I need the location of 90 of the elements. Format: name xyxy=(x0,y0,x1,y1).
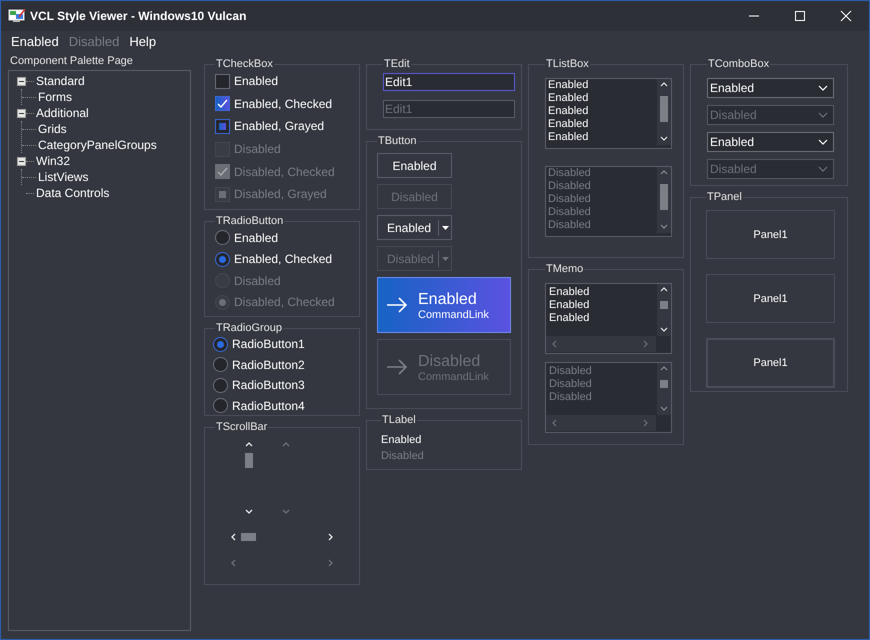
radio-label: RadioButton2 xyxy=(232,358,305,372)
command-link-note: CommandLink xyxy=(418,370,489,382)
group-title: TScrollBar xyxy=(215,421,268,433)
panel: Panel1 xyxy=(706,274,835,323)
tree-item[interactable]: Forms xyxy=(38,90,72,104)
panel: Panel1 xyxy=(706,338,835,388)
group-title: TComboBox xyxy=(707,58,770,70)
checkbox-label: Disabled, Grayed xyxy=(234,187,327,202)
group-title: TEdit xyxy=(383,58,411,70)
checkbox[interactable] xyxy=(215,96,230,112)
combo-box[interactable]: Enabled xyxy=(707,78,834,98)
horizontal-scrollbar[interactable] xyxy=(230,531,334,543)
radio-button[interactable] xyxy=(213,398,228,414)
tree-item[interactable]: Standard xyxy=(36,74,85,88)
radio-button[interactable] xyxy=(215,230,230,246)
tree-item[interactable]: Additional xyxy=(36,106,89,120)
group-title: TCheckBox xyxy=(215,58,274,70)
checkbox[interactable] xyxy=(215,118,230,134)
label-text: Disabled xyxy=(381,449,425,464)
tree-item[interactable]: ListViews xyxy=(38,170,88,184)
window-title: VCL Style Viewer - Windows10 Vulcan xyxy=(30,9,248,23)
group-title: TPanel xyxy=(706,191,743,203)
group-title: TLabel xyxy=(381,414,417,426)
radio-button[interactable] xyxy=(213,357,228,372)
radio-button[interactable] xyxy=(213,336,228,352)
arrow-icon xyxy=(386,358,408,376)
memo-line: Enabled xyxy=(549,312,590,325)
monitor-icon xyxy=(8,9,26,23)
list-item[interactable]: Enabled xyxy=(548,131,657,144)
chevron-down-icon xyxy=(818,85,828,91)
group-title: TButton xyxy=(377,135,418,147)
radio-label: Enabled xyxy=(234,230,278,245)
chevron-down-icon xyxy=(818,139,828,145)
command-link-note: CommandLink xyxy=(418,308,489,320)
memo-line: Enabled xyxy=(549,286,590,299)
tree-item[interactable]: Win32 xyxy=(36,154,70,168)
group-title: TRadioGroup xyxy=(215,322,284,334)
checkbox-label: Enabled xyxy=(234,74,278,88)
list-box[interactable]: Enabled Enabled Enabled Enabled Enabled xyxy=(545,78,672,149)
tree-item[interactable]: CategoryPanelGroups xyxy=(38,138,157,152)
combo-box[interactable]: Enabled xyxy=(707,132,834,152)
memo-line: Enabled xyxy=(549,299,590,312)
command-link-button[interactable]: Enabled CommandLink xyxy=(377,277,511,333)
checkbox[interactable] xyxy=(215,74,230,89)
radio-label: Disabled, Checked xyxy=(234,295,335,310)
radio-label: RadioButton1 xyxy=(232,337,305,352)
label-text: Enabled xyxy=(381,433,422,448)
chevron-down-icon xyxy=(818,112,828,118)
list-item[interactable]: Enabled xyxy=(548,105,657,118)
tree-item[interactable]: Grids xyxy=(38,122,67,136)
caret-icon xyxy=(440,224,451,232)
memo-line: Disabled xyxy=(549,378,593,391)
collapse-icon[interactable] xyxy=(17,76,26,86)
list-item[interactable]: Enabled xyxy=(548,92,657,105)
collapse-icon[interactable] xyxy=(17,156,26,166)
arrow-icon xyxy=(386,296,408,314)
menu-item[interactable]: Enabled xyxy=(11,34,59,49)
collapse-icon[interactable] xyxy=(17,108,26,118)
palette-label: Component Palette Page xyxy=(9,54,134,69)
vertical-scrollbar[interactable] xyxy=(657,79,671,145)
push-button[interactable]: Enabled xyxy=(377,153,452,178)
memo-line: Disabled xyxy=(549,365,593,378)
list-item[interactable]: Enabled xyxy=(548,118,657,131)
menu-item[interactable]: Help xyxy=(129,34,156,49)
memo-field[interactable]: Enabled Enabled Enabled xyxy=(545,283,672,354)
command-link-label: Disabled xyxy=(418,352,480,370)
vertical-scrollbar[interactable] xyxy=(657,284,671,336)
group-title: TListBox xyxy=(545,58,590,70)
radio-label: Enabled, Checked xyxy=(234,252,332,266)
checkbox-label: Enabled, Checked xyxy=(234,96,332,111)
command-link-label: Enabled xyxy=(418,290,477,308)
radio-label: RadioButton4 xyxy=(232,398,305,413)
memo-line: Disabled xyxy=(549,391,593,404)
radio-button[interactable] xyxy=(213,378,228,393)
list-item[interactable]: Enabled xyxy=(548,79,657,92)
group-title: TRadioButton xyxy=(215,215,284,227)
tree-item[interactable]: Data Controls xyxy=(36,186,110,200)
panel: Panel1 xyxy=(706,210,835,259)
split-button[interactable]: Enabled xyxy=(377,215,452,240)
checkbox-label: Disabled xyxy=(234,142,281,156)
checkbox-label: Disabled, Checked xyxy=(234,164,335,179)
input-field[interactable]: Edit1 xyxy=(383,73,515,91)
group-title: TMemo xyxy=(545,263,584,275)
chevron-down-icon xyxy=(818,166,828,172)
radio-button[interactable] xyxy=(215,252,230,267)
horizontal-scrollbar[interactable] xyxy=(546,336,656,352)
radio-label: Disabled xyxy=(234,274,281,288)
radio-label: RadioButton3 xyxy=(232,378,305,392)
caret-icon xyxy=(440,254,451,262)
checkbox-label: Enabled, Grayed xyxy=(234,119,324,134)
